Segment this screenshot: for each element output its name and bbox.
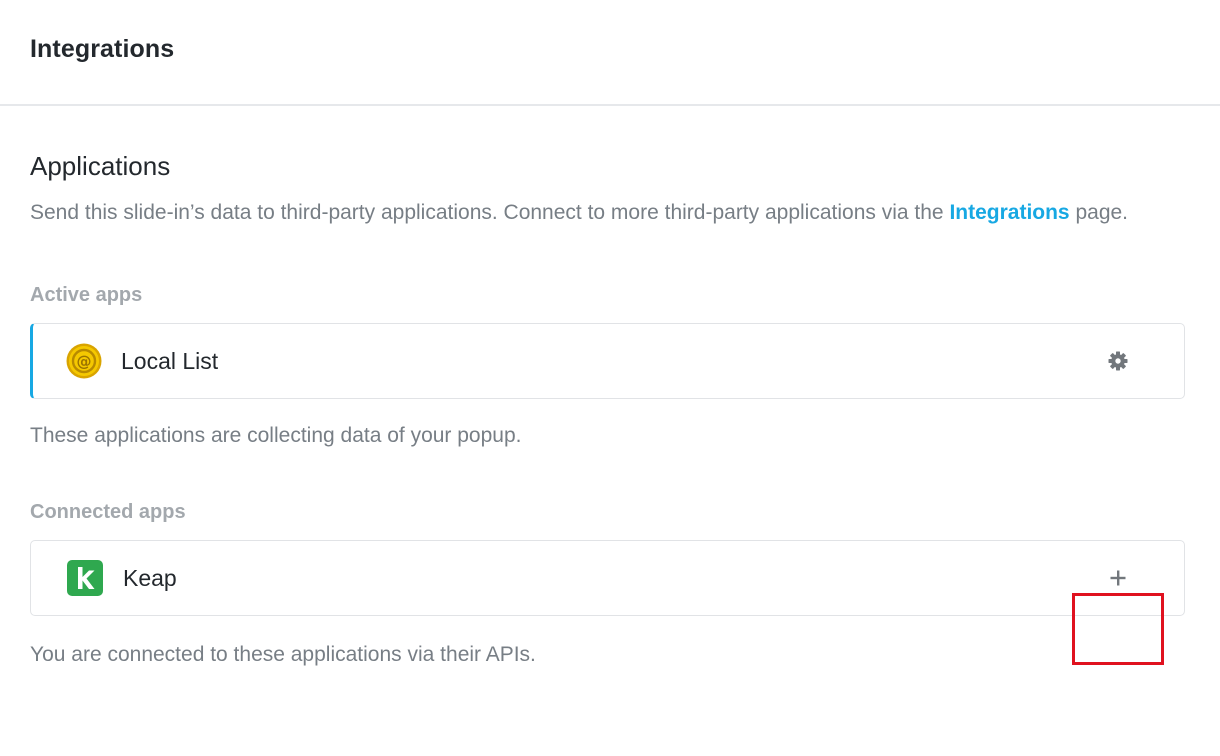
local-list-icon: @ <box>66 343 102 379</box>
svg-text:@: @ <box>77 353 92 371</box>
description-text: Send this slide-in’s data to third-party… <box>30 201 950 224</box>
keap-icon <box>67 560 103 596</box>
active-app-row-local-list[interactable]: @ Local List <box>30 323 1185 399</box>
app-name-keap: Keap <box>123 564 177 591</box>
description-text-end: page. <box>1069 201 1129 224</box>
gear-icon[interactable] <box>1107 350 1129 372</box>
active-apps-label: Active apps <box>30 284 143 306</box>
add-button-highlight <box>1072 593 1164 665</box>
connected-apps-label: Connected apps <box>30 501 186 523</box>
applications-description: Send this slide-in’s data to third-party… <box>30 192 1180 234</box>
integrations-link[interactable]: Integrations <box>949 201 1069 224</box>
app-name-local-list: Local List <box>121 347 219 374</box>
connected-app-row-keap[interactable]: Keap <box>30 540 1185 616</box>
plus-icon[interactable] <box>1107 567 1129 589</box>
page-header: Integrations <box>0 0 1220 106</box>
active-apps-helper: These applications are collecting data o… <box>30 424 522 447</box>
applications-title: Applications <box>30 151 171 181</box>
connected-apps-helper: You are connected to these applications … <box>30 643 536 666</box>
page-title: Integrations <box>30 34 175 63</box>
main-content: Applications Send this slide-in’s data t… <box>0 150 1220 667</box>
